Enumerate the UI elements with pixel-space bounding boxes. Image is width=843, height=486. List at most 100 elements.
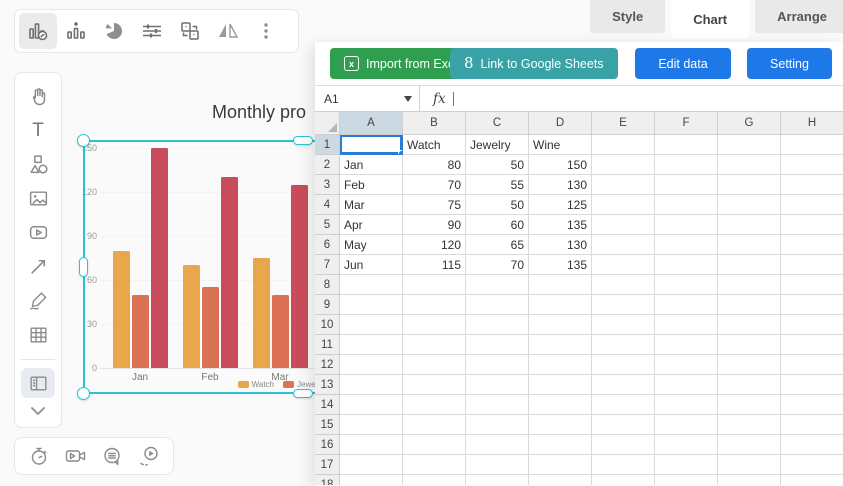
cell-F17[interactable] xyxy=(655,455,718,475)
row-header-9[interactable]: 9 xyxy=(315,295,340,315)
cell-A2[interactable]: Jan xyxy=(340,155,403,175)
cell-H10[interactable] xyxy=(781,315,843,335)
shapes-tool-button[interactable] xyxy=(21,149,55,179)
cell-C16[interactable] xyxy=(466,435,529,455)
cell-H3[interactable] xyxy=(781,175,843,195)
cell-E4[interactable] xyxy=(592,195,655,215)
cell-G8[interactable] xyxy=(718,275,781,295)
cell-A4[interactable]: Mar xyxy=(340,195,403,215)
cell-C12[interactable] xyxy=(466,355,529,375)
cell-B1[interactable]: Watch xyxy=(403,135,466,155)
cell-G13[interactable] xyxy=(718,375,781,395)
cell-E17[interactable] xyxy=(592,455,655,475)
cell-B6[interactable]: 120 xyxy=(403,235,466,255)
cell-B3[interactable]: 70 xyxy=(403,175,466,195)
cell-A16[interactable] xyxy=(340,435,403,455)
column-header-E[interactable]: E xyxy=(592,112,655,135)
cell-E13[interactable] xyxy=(592,375,655,395)
cell-E2[interactable] xyxy=(592,155,655,175)
cell-H12[interactable] xyxy=(781,355,843,375)
cell-C6[interactable]: 65 xyxy=(466,235,529,255)
cell-B8[interactable] xyxy=(403,275,466,295)
cell-A12[interactable] xyxy=(340,355,403,375)
cell-B12[interactable] xyxy=(403,355,466,375)
row-header-11[interactable]: 11 xyxy=(315,335,340,355)
cell-A9[interactable] xyxy=(340,295,403,315)
cell-E14[interactable] xyxy=(592,395,655,415)
cell-F15[interactable] xyxy=(655,415,718,435)
link-to-google-sheets-button[interactable]: 8 Link to Google Sheets xyxy=(450,48,618,79)
cell-D4[interactable]: 125 xyxy=(529,195,592,215)
cell-F6[interactable] xyxy=(655,235,718,255)
bar-jewelry-feb[interactable] xyxy=(202,287,219,368)
column-header-F[interactable]: F xyxy=(655,112,718,135)
column-header-G[interactable]: G xyxy=(718,112,781,135)
text-tool-button[interactable]: T xyxy=(21,115,55,145)
cell-B9[interactable] xyxy=(403,295,466,315)
row-header-6[interactable]: 6 xyxy=(315,235,340,255)
bar-jewelry-jan[interactable] xyxy=(132,295,149,368)
cell-reference-dropdown-icon[interactable] xyxy=(404,96,412,102)
cell-H8[interactable] xyxy=(781,275,843,295)
cell-F12[interactable] xyxy=(655,355,718,375)
cell-B16[interactable] xyxy=(403,435,466,455)
record-video-button[interactable] xyxy=(61,441,91,471)
cell-A17[interactable] xyxy=(340,455,403,475)
cell-F1[interactable] xyxy=(655,135,718,155)
cell-H2[interactable] xyxy=(781,155,843,175)
cell-C9[interactable] xyxy=(466,295,529,315)
cell-C13[interactable] xyxy=(466,375,529,395)
collapse-sidebar-button[interactable] xyxy=(21,402,55,420)
cell-C14[interactable] xyxy=(466,395,529,415)
cell-reference-box[interactable]: A1 xyxy=(315,86,420,111)
cell-G11[interactable] xyxy=(718,335,781,355)
cell-E12[interactable] xyxy=(592,355,655,375)
cell-G14[interactable] xyxy=(718,395,781,415)
row-header-7[interactable]: 7 xyxy=(315,255,340,275)
cell-B7[interactable]: 115 xyxy=(403,255,466,275)
cell-C4[interactable]: 50 xyxy=(466,195,529,215)
cell-H11[interactable] xyxy=(781,335,843,355)
cell-H13[interactable] xyxy=(781,375,843,395)
cell-E9[interactable] xyxy=(592,295,655,315)
row-header-10[interactable]: 10 xyxy=(315,315,340,335)
cell-C1[interactable]: Jewelry xyxy=(466,135,529,155)
tab-arrange[interactable]: Arrange xyxy=(755,0,843,33)
row-header-4[interactable]: 4 xyxy=(315,195,340,215)
cell-B13[interactable] xyxy=(403,375,466,395)
cell-A5[interactable]: Apr xyxy=(340,215,403,235)
cell-A6[interactable]: May xyxy=(340,235,403,255)
cell-E5[interactable] xyxy=(592,215,655,235)
chart-data-panel-button[interactable] xyxy=(21,368,55,398)
cell-F7[interactable] xyxy=(655,255,718,275)
cell-F5[interactable] xyxy=(655,215,718,235)
cell-C3[interactable]: 55 xyxy=(466,175,529,195)
cell-E8[interactable] xyxy=(592,275,655,295)
cell-D5[interactable]: 135 xyxy=(529,215,592,235)
cell-A11[interactable] xyxy=(340,335,403,355)
row-header-13[interactable]: 13 xyxy=(315,375,340,395)
cell-B11[interactable] xyxy=(403,335,466,355)
cell-B17[interactable] xyxy=(403,455,466,475)
cell-G2[interactable] xyxy=(718,155,781,175)
row-header-1[interactable]: 1 xyxy=(315,135,340,155)
cell-D17[interactable] xyxy=(529,455,592,475)
cell-F16[interactable] xyxy=(655,435,718,455)
cell-H7[interactable] xyxy=(781,255,843,275)
cell-F2[interactable] xyxy=(655,155,718,175)
cell-E18[interactable] xyxy=(592,475,655,485)
cell-D16[interactable] xyxy=(529,435,592,455)
cell-G10[interactable] xyxy=(718,315,781,335)
row-header-15[interactable]: 15 xyxy=(315,415,340,435)
cell-F14[interactable] xyxy=(655,395,718,415)
column-header-D[interactable]: D xyxy=(529,112,592,135)
tab-chart[interactable]: Chart xyxy=(671,0,749,38)
column-header-C[interactable]: C xyxy=(466,112,529,135)
cell-D10[interactable] xyxy=(529,315,592,335)
row-header-18[interactable]: 18 xyxy=(315,475,340,485)
cell-H14[interactable] xyxy=(781,395,843,415)
cell-E1[interactable] xyxy=(592,135,655,155)
cell-C17[interactable] xyxy=(466,455,529,475)
bar-jewelry-mar[interactable] xyxy=(272,295,289,368)
more-menu-button[interactable] xyxy=(247,13,285,49)
